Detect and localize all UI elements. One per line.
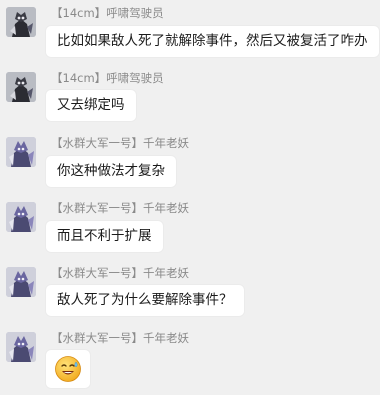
sender-name: 【水群大军一号】千年老妖 (51, 266, 189, 280)
dark-character-avatar-icon[interactable] (6, 7, 36, 37)
purple-character-avatar-icon[interactable] (6, 267, 36, 297)
message-bubble[interactable]: 比如如果敌人死了就解除事件，然后又被复活了咋办 (46, 26, 379, 57)
message-bubble[interactable]: 又去绑定吗 (46, 90, 136, 121)
message-bubble[interactable]: 你这种做法才复杂 (46, 156, 176, 187)
message-bubble[interactable]: 敌人死了为什么要解除事件？ (46, 285, 244, 316)
purple-character-avatar-icon[interactable] (6, 202, 36, 232)
message-bubble[interactable]: 而且不利于扩展 (46, 221, 163, 252)
sender-name: 【14cm】呼啸驾驶员 (51, 71, 164, 85)
sender-name: 【水群大军一号】千年老妖 (51, 331, 189, 345)
sender-name: 【14cm】呼啸驾驶员 (51, 6, 164, 20)
sweating-smile-emoji-icon (55, 356, 81, 382)
sender-name: 【水群大军一号】千年老妖 (51, 136, 189, 150)
dark-character-avatar-icon[interactable] (6, 72, 36, 102)
chat-message-list[interactable]: 【14cm】呼啸驾驶员 比如如果敌人死了就解除事件，然后又被复活了咋办 【14c… (0, 0, 380, 395)
emoji-message-bubble[interactable] (46, 350, 90, 388)
purple-character-avatar-icon[interactable] (6, 137, 36, 167)
purple-character-avatar-icon[interactable] (6, 332, 36, 362)
sender-name: 【水群大军一号】千年老妖 (51, 201, 189, 215)
